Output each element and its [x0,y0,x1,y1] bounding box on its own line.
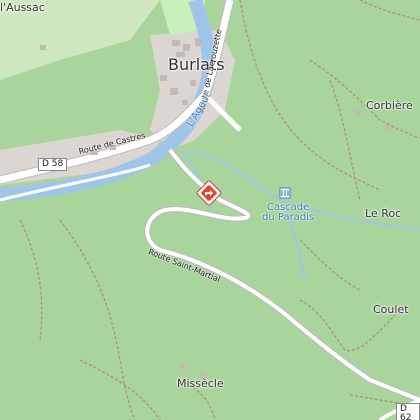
place-label-missecle: Missècle [177,377,224,390]
place-label-coulet: Coulet [373,303,409,316]
waterfall-icon [279,187,291,199]
track [359,0,420,21]
waterfall-label: Cascade du Paradis [262,202,315,223]
track [59,219,136,420]
directions-icon[interactable] [196,180,222,206]
place-label-le-roc: Le Roc [365,207,402,220]
track [19,219,43,341]
track [239,0,381,191]
track [299,239,361,291]
map-canvas[interactable]: l'Aussac Burlats Corbière Le Roc Coulet … [0,0,420,420]
place-label-aussac: l'Aussac [0,1,45,14]
place-label-corbiere: Corbière [366,99,413,112]
track [329,79,361,201]
track [79,359,161,420]
shield-d58: D 58 [38,158,68,171]
shield-d62: D 62 [396,403,420,420]
